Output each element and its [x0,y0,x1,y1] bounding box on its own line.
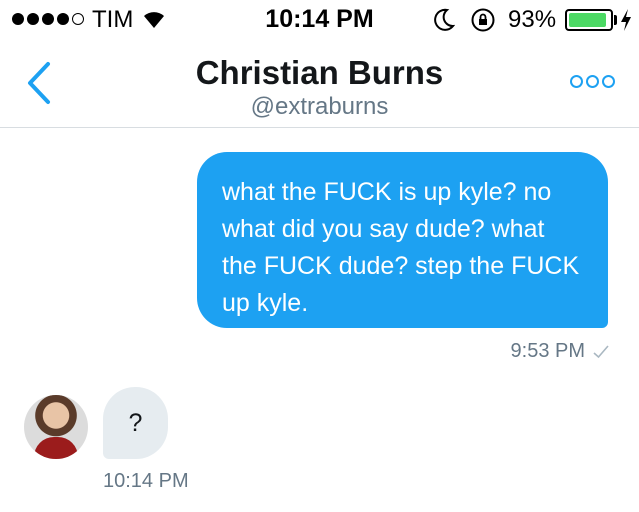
dm-conversation-screen: TIM 10:14 PM 93% Christian Burns @extrab… [0,0,639,512]
message-timestamp: 9:53 PM [510,340,585,362]
outgoing-message-meta: 9:53 PM [511,340,609,363]
conversation-header: Christian Burns @extraburns [0,40,639,128]
contact-name[interactable]: Christian Burns [0,54,639,92]
charging-bolt-icon [621,9,631,31]
sent-check-icon [593,344,609,358]
avatar[interactable] [24,395,88,459]
contact-handle[interactable]: @extraburns [0,93,639,121]
message-timestamp: 10:14 PM [103,470,189,492]
battery-icon [565,9,613,31]
battery-percent: 93% [508,6,557,33]
rotation-lock-icon [471,8,495,32]
more-options-icon[interactable] [570,75,616,93]
outgoing-message-bubble[interactable]: what the FUCK is up kyle? no what did yo… [197,152,608,328]
status-bar: TIM 10:14 PM 93% [0,0,639,40]
incoming-message-bubble[interactable]: ? [103,387,168,459]
moon-icon [434,8,455,31]
